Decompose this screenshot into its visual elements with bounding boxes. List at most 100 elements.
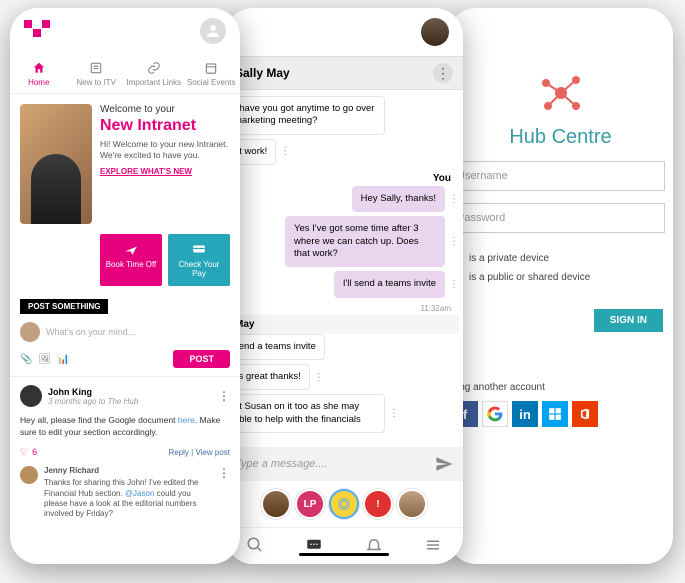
attach-icon[interactable]: 📎	[20, 354, 32, 365]
you-label: You	[225, 169, 459, 186]
book-time-off-button[interactable]: Book Time Off	[100, 234, 162, 286]
hub-title: Hub Centre	[448, 126, 673, 149]
user-avatar[interactable]	[200, 18, 226, 44]
hero-card: Welcome to your New Intranet Hi! Welcome…	[20, 104, 230, 224]
chat-icon[interactable]	[305, 536, 323, 554]
contact-avatar[interactable]: !	[363, 489, 393, 519]
mention-link[interactable]: @Jason	[125, 489, 154, 498]
msg-opts-icon[interactable]: ⋮	[280, 146, 290, 157]
phone-chat: Sally May ⋮ , have you got anytime to go…	[225, 8, 463, 564]
action-label: Check Your Pay	[179, 260, 220, 278]
plane-icon	[122, 242, 140, 256]
post-link[interactable]: here	[178, 415, 195, 425]
msg-opts-icon[interactable]: ⋮	[449, 194, 459, 205]
signin-button[interactable]: SIGN IN	[594, 309, 663, 332]
tab-home[interactable]: Home	[10, 54, 68, 93]
sso-google[interactable]	[482, 401, 508, 427]
alt-signin-label: sing another account	[448, 382, 673, 393]
search-icon[interactable]	[246, 536, 264, 554]
contact-avatar[interactable]	[397, 489, 427, 519]
input-placeholder: Type a message....	[235, 458, 435, 470]
brand-logo	[24, 20, 50, 42]
bell-icon[interactable]	[365, 536, 383, 554]
image-icon[interactable]: 🖼	[38, 354, 51, 365]
message-input[interactable]: Type a message....	[225, 447, 463, 481]
phone-intranet: Home New to ITV Important Links Social E…	[10, 8, 240, 564]
radio-label: is a public or shared device	[469, 272, 590, 283]
user-avatar[interactable]	[421, 18, 449, 46]
msg-opts-icon[interactable]: ⋮	[389, 408, 399, 419]
contact-name: Sally May	[235, 66, 433, 80]
hero-image	[20, 104, 92, 224]
action-label: Book Time Off	[106, 260, 157, 269]
card-icon	[190, 242, 208, 256]
group-label: May	[235, 319, 449, 330]
post-meta: 3 months ago to The Hub	[48, 397, 138, 406]
post-body: Hey all, please find the Google document…	[20, 415, 230, 439]
explore-link[interactable]: EXPLORE WHAT'S NEW	[100, 167, 192, 176]
msg-opts-icon[interactable]: ⋮	[449, 279, 459, 290]
post-composer[interactable]: What's on your mind...	[20, 322, 230, 342]
view-post-link[interactable]: View post	[195, 448, 230, 457]
sso-microsoft[interactable]	[542, 401, 568, 427]
comment-author: Jenny Richard	[44, 466, 212, 476]
topbar	[10, 8, 240, 54]
comment-more-icon[interactable]: ⋮	[218, 466, 230, 480]
comment-avatar[interactable]	[20, 466, 38, 484]
check-pay-button[interactable]: Check Your Pay	[168, 234, 230, 286]
contact-avatar[interactable]: LP	[295, 489, 325, 519]
msg-opts-icon[interactable]: ⋮	[314, 372, 324, 383]
tab-links[interactable]: Important Links	[125, 54, 183, 93]
username-field[interactable]: Username	[448, 161, 665, 191]
send-icon[interactable]	[435, 455, 453, 473]
phone-login: Hub Centre Username Password is a privat…	[448, 8, 673, 564]
heart-icon[interactable]: ♡	[20, 447, 28, 458]
post-author-avatar[interactable]	[20, 385, 42, 407]
post-more-icon[interactable]: ⋮	[218, 389, 230, 403]
newspaper-icon	[88, 60, 104, 76]
like-count: 6	[32, 447, 37, 457]
tab-label: Home	[28, 78, 49, 87]
composer-placeholder: What's on your mind...	[46, 327, 135, 337]
msg-out: Yes I've got some time after 3 where we …	[285, 216, 445, 267]
tab-label: Important Links	[126, 78, 181, 87]
sso-office[interactable]	[572, 401, 598, 427]
feed-post: John King 3 months ago to The Hub ⋮ Hey …	[10, 376, 240, 528]
hero-welcome: Welcome to your	[100, 104, 230, 115]
sso-linkedin[interactable]: in	[512, 401, 538, 427]
link-icon	[146, 60, 162, 76]
password-field[interactable]: Password	[448, 203, 665, 233]
poll-icon[interactable]: 📊	[57, 354, 69, 365]
chat-topbar	[225, 8, 463, 56]
post-author-name: John King	[48, 387, 138, 397]
hub-logo	[536, 68, 586, 118]
tab-label: Social Events	[187, 78, 235, 87]
contact-avatar[interactable]	[261, 489, 291, 519]
tab-bar: Home New to ITV Important Links Social E…	[10, 54, 240, 94]
tab-events[interactable]: Social Events	[183, 54, 241, 93]
comment: Jenny Richard Thanks for sharing this Jo…	[20, 466, 230, 520]
public-device-radio[interactable]: is a public or shared device	[452, 272, 673, 283]
menu-icon[interactable]	[424, 536, 442, 554]
radio-label: is a private device	[469, 253, 549, 264]
private-device-radio[interactable]: is a private device	[452, 253, 673, 264]
home-icon	[31, 60, 47, 76]
msg-out: Hey Sally, thanks!	[352, 186, 445, 212]
msg-out: I'll send a teams invite	[334, 271, 445, 297]
calendar-icon	[203, 60, 219, 76]
msg-in: , have you got anytime to go over market…	[225, 96, 385, 135]
msg-in: et Susan on it too as she may able to he…	[225, 394, 385, 433]
chat-options-icon[interactable]: ⋮	[433, 63, 453, 83]
contact-strip: LP !	[225, 481, 463, 527]
contact-avatar[interactable]	[329, 489, 359, 519]
reply-link[interactable]: Reply	[168, 448, 188, 457]
hero-subtitle: Hi! Welcome to your new Intranet. We're …	[100, 139, 230, 161]
hero-title: New Intranet	[100, 117, 230, 135]
chat-header: Sally May ⋮	[225, 56, 463, 90]
tab-label: New to ITV	[76, 78, 116, 87]
tab-new[interactable]: New to ITV	[68, 54, 126, 93]
post-button[interactable]: POST	[173, 350, 230, 368]
msg-opts-icon[interactable]: ⋮	[449, 236, 459, 247]
composer-avatar	[20, 322, 40, 342]
timestamp: 11:32am	[225, 302, 459, 315]
